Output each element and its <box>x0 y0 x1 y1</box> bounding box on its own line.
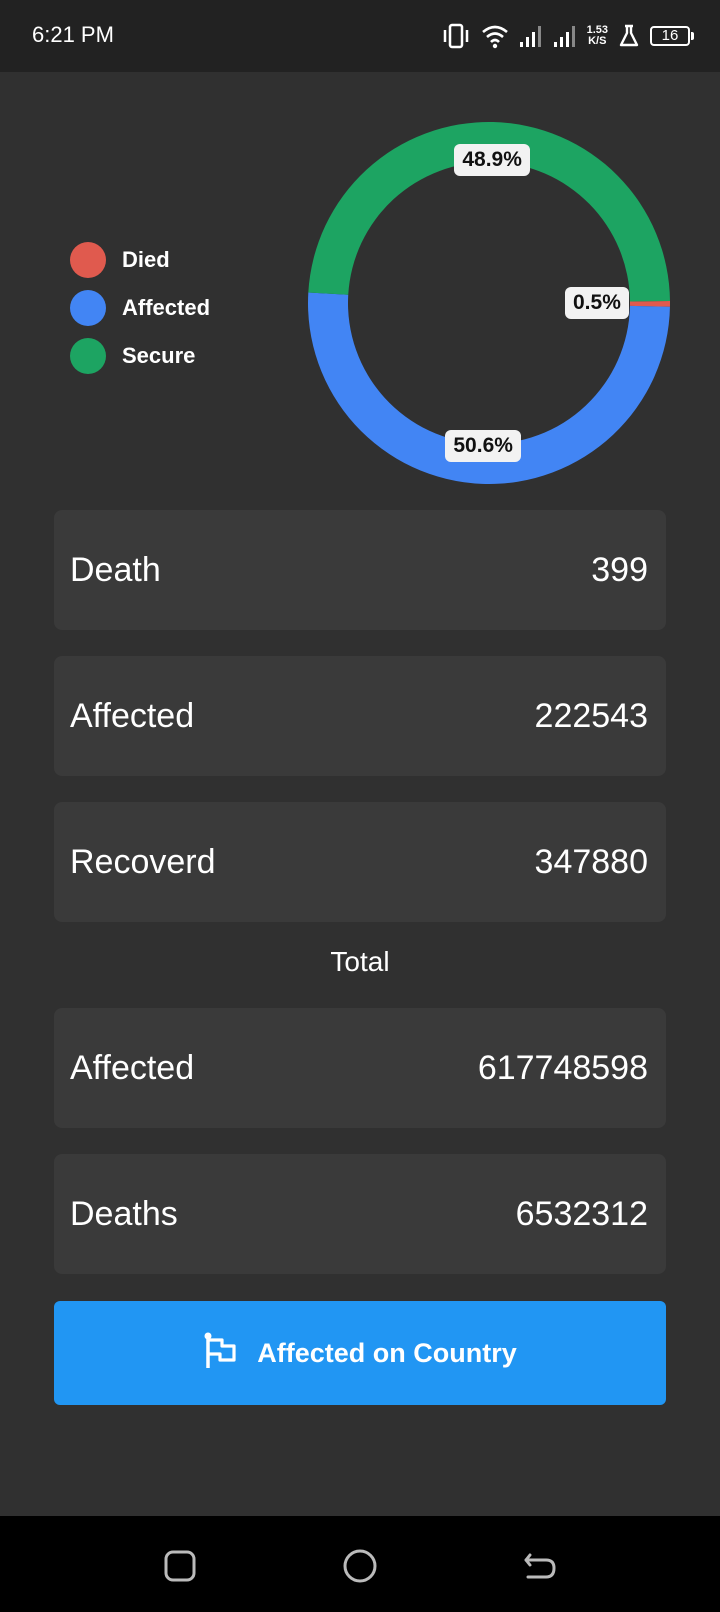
affected-on-country-label: Affected on Country <box>257 1337 517 1368</box>
legend-label-died: Died <box>122 247 170 272</box>
total-heading: Total <box>330 946 390 977</box>
pct-label-secure: 48.9% <box>454 144 530 177</box>
recents-icon[interactable] <box>160 1546 200 1586</box>
affected-on-country-button[interactable]: Affected on Country <box>54 1301 666 1405</box>
legend-label-affected: Affected <box>122 295 211 320</box>
stat-label: Affected <box>70 697 195 735</box>
signal-icon-2 <box>553 24 577 48</box>
pct-label-died: 0.5% <box>565 287 629 319</box>
stat-value: 399 <box>591 551 648 589</box>
stat-label: Recoverd <box>70 843 216 881</box>
system-nav-bar <box>0 1516 720 1612</box>
battery-icon: 16 <box>650 26 694 46</box>
donut-slice-died <box>629 301 670 307</box>
status-bar: 6:21 PM 1.53 K/S 16 <box>0 0 720 72</box>
stat-value: 222543 <box>534 697 648 735</box>
total-label: Deaths <box>70 1195 178 1233</box>
legend-swatch-affected <box>70 290 106 326</box>
stat-card-death: Death 399 <box>54 510 666 630</box>
vibrate-icon <box>441 23 471 49</box>
total-card-deaths: Deaths 6532312 <box>54 1154 666 1274</box>
home-icon[interactable] <box>340 1546 380 1586</box>
net-speed: 1.53 K/S <box>587 25 608 47</box>
net-speed-unit: K/S <box>588 35 607 47</box>
signal-icon-1 <box>519 24 543 48</box>
legend-item-affected: Affected <box>70 284 210 332</box>
back-icon[interactable] <box>520 1546 560 1586</box>
legend-item-secure: Secure <box>70 332 210 380</box>
status-time: 6:21 PM <box>32 22 114 47</box>
donut-chart: 0.5% 50.6% 48.9% <box>307 121 670 485</box>
total-value: 617748598 <box>477 1049 648 1087</box>
flag-icon <box>203 1332 237 1375</box>
total-label: Affected <box>70 1049 195 1087</box>
pct-label-affected: 50.6% <box>445 429 521 462</box>
total-card-affected: Affected 617748598 <box>54 1008 666 1128</box>
stat-card-affected: Affected 222543 <box>54 656 666 776</box>
total-value: 6532312 <box>515 1195 648 1233</box>
flask-icon <box>618 24 640 48</box>
legend-item-died: Died <box>70 236 210 284</box>
legend-label-secure: Secure <box>122 343 196 368</box>
legend-swatch-secure <box>70 338 106 374</box>
stat-value: 347880 <box>534 843 648 881</box>
wifi-icon <box>481 23 509 49</box>
status-icons: 1.53 K/S 16 <box>441 20 694 52</box>
chart-legend: Died Affected Secure <box>70 236 210 380</box>
legend-swatch-died <box>70 242 106 278</box>
stat-label: Death <box>70 551 161 589</box>
stat-card-recovered: Recoverd 347880 <box>54 802 666 922</box>
